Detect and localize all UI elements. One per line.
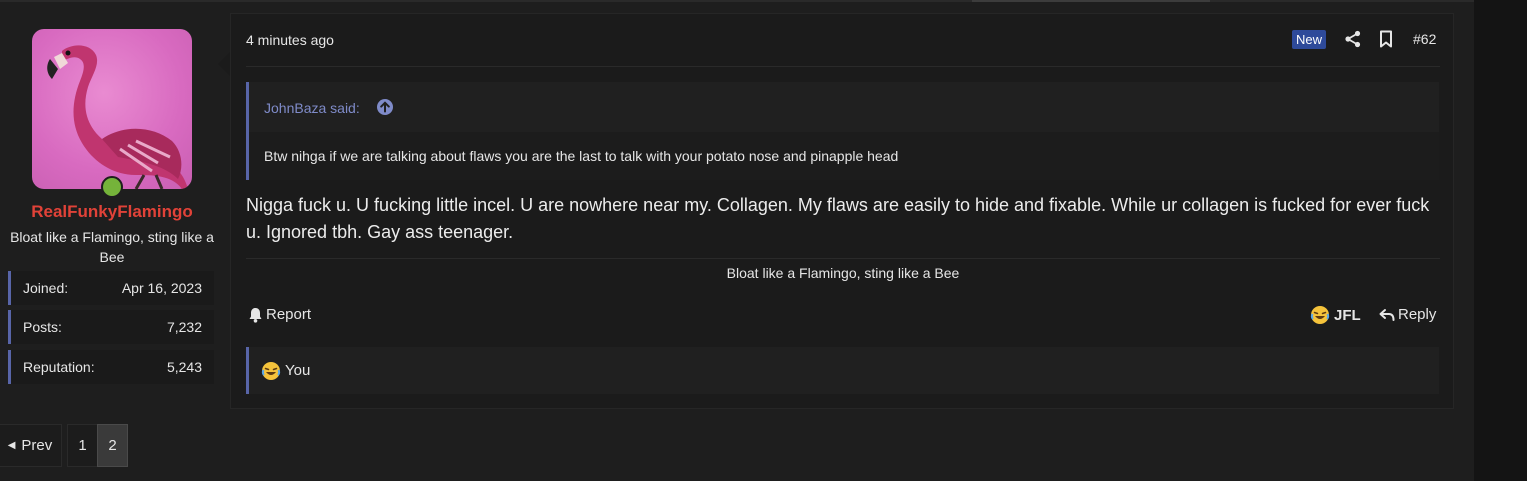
laughing-emoji-icon xyxy=(261,361,281,380)
scroll-gutter xyxy=(1474,0,1527,481)
top-highlight xyxy=(972,0,1210,2)
post-signature: Bloat like a Flamingo, sting like a Bee xyxy=(726,265,960,281)
stat-label: Posts: xyxy=(23,319,62,335)
reply-icon xyxy=(1379,308,1395,321)
stat-value: 7,232 xyxy=(166,319,202,335)
signature-divider xyxy=(246,258,1440,259)
flamingo-image xyxy=(47,45,188,189)
user-title: Bloat like a Flamingo, sting like a Bee xyxy=(10,229,214,265)
laughing-emoji-icon xyxy=(1310,306,1330,324)
page-number: 1 xyxy=(78,437,87,454)
username[interactable]: RealFunkyFlamingo xyxy=(0,202,224,222)
jump-to-quote-icon[interactable] xyxy=(376,98,394,116)
reactions-bar[interactable]: You xyxy=(246,347,1439,394)
online-status-dot xyxy=(101,176,123,198)
reaction-button[interactable]: JFL xyxy=(1310,305,1361,325)
post-pointer xyxy=(218,52,230,76)
reactions-summary[interactable]: You xyxy=(285,362,310,379)
quote-block: JohnBaza said: Btw nihga if we are talki… xyxy=(246,82,1439,180)
post-timestamp[interactable]: 4 minutes ago xyxy=(246,32,334,48)
stat-joined: Joined: Apr 16, 2023 xyxy=(8,271,214,305)
report-button[interactable]: Report xyxy=(248,306,311,323)
pagination-prev-button[interactable]: ◀ Prev xyxy=(0,424,62,467)
pagination-page-1[interactable]: 1 xyxy=(67,424,98,467)
reply-button[interactable]: Reply xyxy=(1379,306,1436,323)
report-label: Report xyxy=(266,306,312,323)
reaction-label: JFL xyxy=(1334,306,1361,324)
quote-author[interactable]: JohnBaza said: xyxy=(264,100,360,116)
new-badge: New xyxy=(1292,30,1327,49)
stat-value: Apr 16, 2023 xyxy=(121,280,202,296)
stat-reputation: Reputation: 5,243 xyxy=(8,350,214,384)
pagination-page-2-current[interactable]: 2 xyxy=(97,424,128,467)
stat-posts: Posts: 7,232 xyxy=(8,310,214,344)
post-message: Nigga fuck u. U fucking little incel. U … xyxy=(246,195,1430,242)
bell-icon xyxy=(249,307,262,323)
post-number[interactable]: #62 xyxy=(1413,31,1436,47)
share-icon[interactable] xyxy=(1344,30,1362,48)
stat-label: Reputation: xyxy=(23,359,95,375)
quote-text: Btw nihga if we are talking about flaws … xyxy=(264,148,899,164)
caret-left-icon: ◀ xyxy=(7,440,16,451)
header-divider xyxy=(246,66,1440,67)
page-number: 2 xyxy=(108,437,117,454)
prev-label: Prev xyxy=(21,437,53,454)
stat-value: 5,243 xyxy=(166,359,202,375)
reply-label: Reply xyxy=(1398,306,1437,323)
user-avatar[interactable] xyxy=(32,29,192,189)
top-border xyxy=(0,0,1474,2)
stat-label: Joined: xyxy=(23,280,69,296)
bookmark-icon[interactable] xyxy=(1378,30,1394,48)
